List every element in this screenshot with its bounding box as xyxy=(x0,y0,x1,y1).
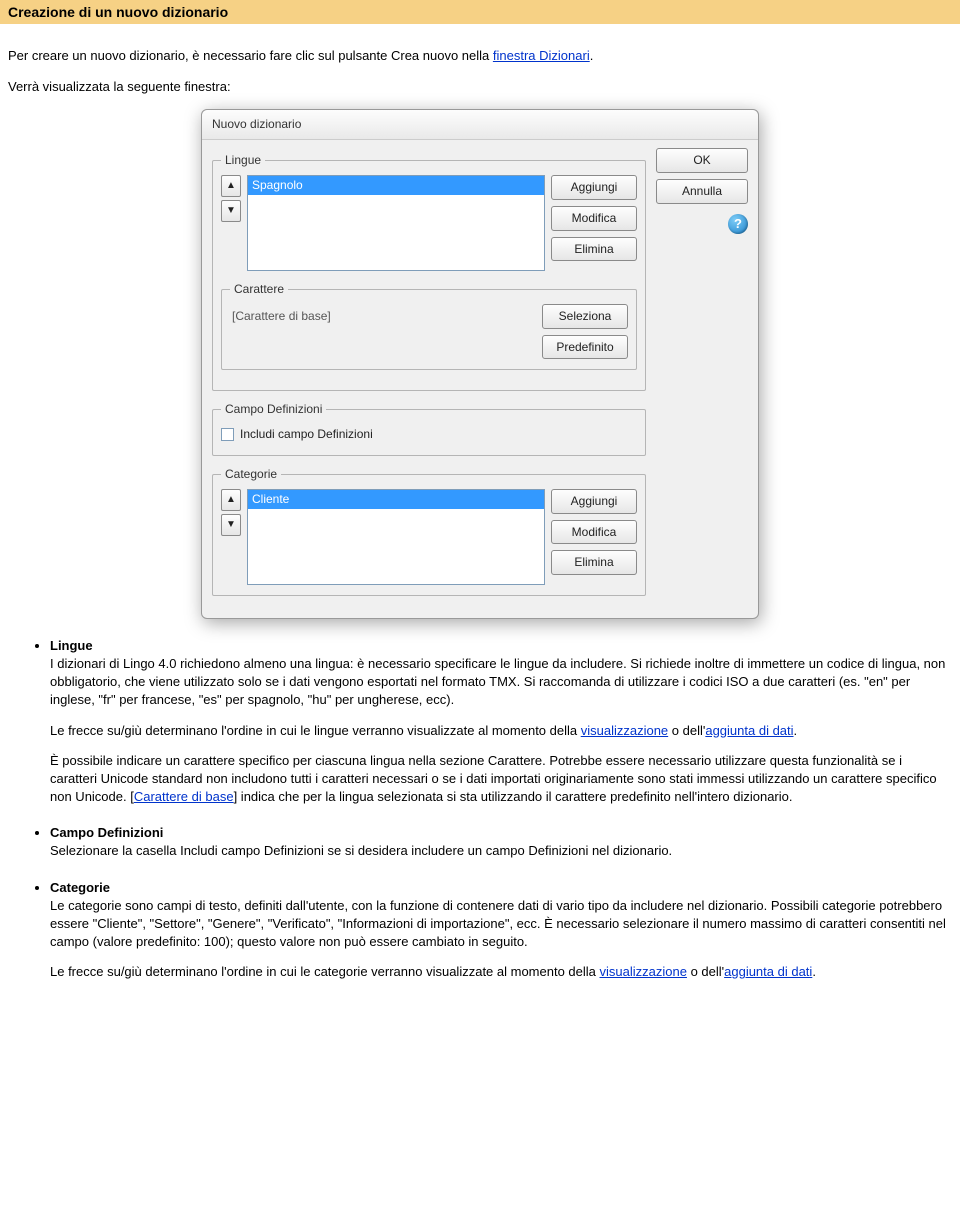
link-visualizzazione[interactable]: visualizzazione xyxy=(581,723,668,738)
dialog-title: Nuovo dizionario xyxy=(202,110,758,140)
group-categorie-legend: Categorie xyxy=(221,466,281,483)
ok-button[interactable]: OK xyxy=(656,148,748,173)
intro-paragraph: Per creare un nuovo dizionario, è necess… xyxy=(8,47,952,65)
section-lingue-p2: Le frecce su/giù determinano l'ordine in… xyxy=(50,722,952,740)
section-lingue: Lingue I dizionari di Lingo 4.0 richiedo… xyxy=(50,637,952,807)
carattere-value: [Carattere di base] xyxy=(230,304,536,329)
link-aggiunta-dati[interactable]: aggiunta di dati xyxy=(705,723,793,738)
arrow-down-icon: ▼ xyxy=(226,520,236,530)
categorie-item-selected[interactable]: Cliente xyxy=(248,490,544,509)
lingue-elimina-button[interactable]: Elimina xyxy=(551,237,637,262)
categorie-move-down-button[interactable]: ▼ xyxy=(221,514,241,536)
categorie-listbox[interactable]: Cliente xyxy=(247,489,545,585)
group-lingue: Lingue ▲ ▼ Spagnolo Aggiungi Mod xyxy=(212,152,646,391)
nuovo-dizionario-dialog: Nuovo dizionario Lingue ▲ ▼ Spagnolo xyxy=(201,109,759,618)
section-categorie-p2: Le frecce su/giù determinano l'ordine in… xyxy=(50,963,952,981)
group-carattere-legend: Carattere xyxy=(230,281,288,298)
includi-definizioni-checkbox[interactable] xyxy=(221,428,234,441)
includi-definizioni-label: Includi campo Definizioni xyxy=(240,426,373,443)
page-title: Creazione di un nuovo dizionario xyxy=(0,0,960,24)
group-carattere: Carattere [Carattere di base] Seleziona … xyxy=(221,281,637,370)
section-definizioni-head: Campo Definizioni xyxy=(50,825,163,840)
categorie-aggiungi-button[interactable]: Aggiungi xyxy=(551,489,637,514)
section-categorie-head: Categorie xyxy=(50,880,110,895)
group-categorie: Categorie ▲ ▼ Cliente Aggiungi M xyxy=(212,466,646,596)
carattere-seleziona-button[interactable]: Seleziona xyxy=(542,304,628,329)
group-definizioni: Campo Definizioni Includi campo Definizi… xyxy=(212,401,646,456)
arrow-up-icon: ▲ xyxy=(226,495,236,505)
section-categorie-p1: Le categorie sono campi di testo, defini… xyxy=(50,898,946,949)
categorie-move-up-button[interactable]: ▲ xyxy=(221,489,241,511)
section-definizioni-p1: Selezionare la casella Includi campo Def… xyxy=(50,843,672,858)
section-lingue-p1: I dizionari di Lingo 4.0 richiedono alme… xyxy=(50,656,945,707)
lingue-aggiungi-button[interactable]: Aggiungi xyxy=(551,175,637,200)
help-icon[interactable]: ? xyxy=(728,214,748,234)
link-carattere-base[interactable]: Carattere di base xyxy=(134,789,234,804)
section-definizioni: Campo Definizioni Selezionare la casella… xyxy=(50,824,952,860)
arrow-down-icon: ▼ xyxy=(226,206,236,216)
link-finestra-dizionari[interactable]: finestra Dizionari xyxy=(493,48,590,63)
group-lingue-legend: Lingue xyxy=(221,152,265,169)
annulla-button[interactable]: Annulla xyxy=(656,179,748,204)
carattere-predefinito-button[interactable]: Predefinito xyxy=(542,335,628,360)
lingue-move-down-button[interactable]: ▼ xyxy=(221,200,241,222)
lingue-modifica-button[interactable]: Modifica xyxy=(551,206,637,231)
categorie-modifica-button[interactable]: Modifica xyxy=(551,520,637,545)
group-definizioni-legend: Campo Definizioni xyxy=(221,401,326,418)
intro-line-2: Verrà visualizzata la seguente finestra: xyxy=(8,78,952,96)
document-body: Per creare un nuovo dizionario, è necess… xyxy=(0,24,960,1010)
link-aggiunta-dati-2[interactable]: aggiunta di dati xyxy=(724,964,812,979)
link-visualizzazione-2[interactable]: visualizzazione xyxy=(600,964,687,979)
lingue-listbox[interactable]: Spagnolo xyxy=(247,175,545,271)
section-lingue-head: Lingue xyxy=(50,638,93,653)
lingue-item-selected[interactable]: Spagnolo xyxy=(248,176,544,195)
categorie-elimina-button[interactable]: Elimina xyxy=(551,550,637,575)
section-categorie: Categorie Le categorie sono campi di tes… xyxy=(50,879,952,982)
intro-text-2: . xyxy=(590,48,594,63)
intro-text-1: Per creare un nuovo dizionario, è necess… xyxy=(8,48,493,63)
lingue-move-up-button[interactable]: ▲ xyxy=(221,175,241,197)
arrow-up-icon: ▲ xyxy=(226,181,236,191)
section-lingue-p3: È possibile indicare un carattere specif… xyxy=(50,752,952,807)
